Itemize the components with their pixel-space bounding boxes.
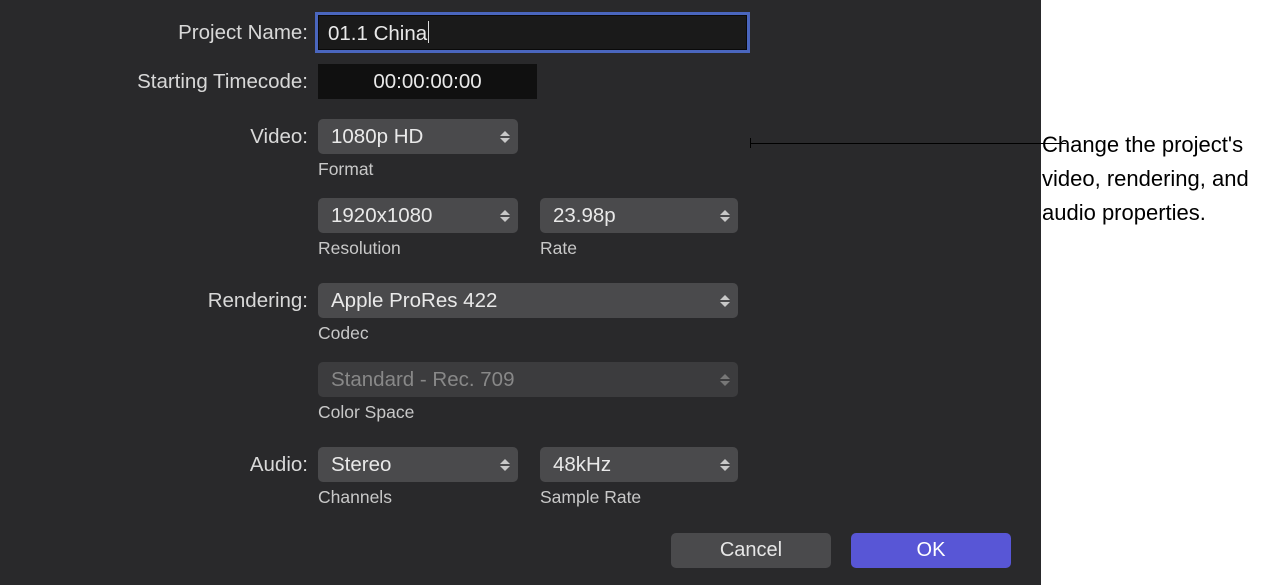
- audio-channels-value: Stereo: [331, 453, 391, 477]
- video-label: Video:: [0, 119, 318, 149]
- video-rate-value: 23.98p: [553, 204, 616, 228]
- audio-label: Audio:: [0, 447, 318, 477]
- text-cursor-icon: [428, 21, 429, 43]
- audio-samplerate-value: 48kHz: [553, 453, 611, 477]
- rendering-colorspace-sublabel: Color Space: [318, 402, 738, 423]
- chevron-updown-icon: [500, 129, 510, 145]
- rendering-codec-select[interactable]: Apple ProRes 422: [318, 283, 738, 318]
- video-resolution-select[interactable]: 1920x1080: [318, 198, 518, 233]
- annotation-text: Change the project's video, rendering, a…: [1042, 128, 1282, 230]
- chevron-updown-icon: [720, 372, 730, 388]
- project-name-input[interactable]: 01.1 China: [318, 15, 747, 50]
- audio-samplerate-select[interactable]: 48kHz: [540, 447, 738, 482]
- video-format-sublabel: Format: [318, 159, 518, 180]
- rendering-colorspace-select: Standard - Rec. 709: [318, 362, 738, 397]
- chevron-updown-icon: [720, 293, 730, 309]
- project-settings-dialog: Project Name: 01.1 China Starting Timeco…: [0, 0, 1041, 585]
- chevron-updown-icon: [720, 208, 730, 224]
- audio-channels-sublabel: Channels: [318, 487, 518, 508]
- dialog-button-row: Cancel OK: [671, 533, 1011, 568]
- ok-button[interactable]: OK: [851, 533, 1011, 568]
- video-resolution-value: 1920x1080: [331, 204, 432, 228]
- video-rate-sublabel: Rate: [540, 238, 738, 259]
- starting-timecode-value: 00:00:00:00: [373, 70, 481, 93]
- starting-timecode-label: Starting Timecode:: [0, 64, 318, 94]
- rendering-codec-sublabel: Codec: [318, 323, 738, 344]
- video-resolution-sublabel: Resolution: [318, 238, 518, 259]
- chevron-updown-icon: [500, 457, 510, 473]
- audio-channels-select[interactable]: Stereo: [318, 447, 518, 482]
- project-name-label: Project Name:: [0, 15, 318, 45]
- rendering-label: Rendering:: [0, 283, 318, 313]
- starting-timecode-input[interactable]: 00:00:00:00: [318, 64, 537, 99]
- rendering-colorspace-value: Standard - Rec. 709: [331, 368, 514, 392]
- cancel-button[interactable]: Cancel: [671, 533, 831, 568]
- video-format-select[interactable]: 1080p HD: [318, 119, 518, 154]
- rendering-codec-value: Apple ProRes 422: [331, 289, 497, 313]
- chevron-updown-icon: [720, 457, 730, 473]
- video-rate-select[interactable]: 23.98p: [540, 198, 738, 233]
- audio-samplerate-sublabel: Sample Rate: [540, 487, 738, 508]
- video-format-value: 1080p HD: [331, 125, 423, 149]
- callout-line: [750, 143, 1066, 144]
- project-name-value: 01.1 China: [328, 22, 427, 45]
- chevron-updown-icon: [500, 208, 510, 224]
